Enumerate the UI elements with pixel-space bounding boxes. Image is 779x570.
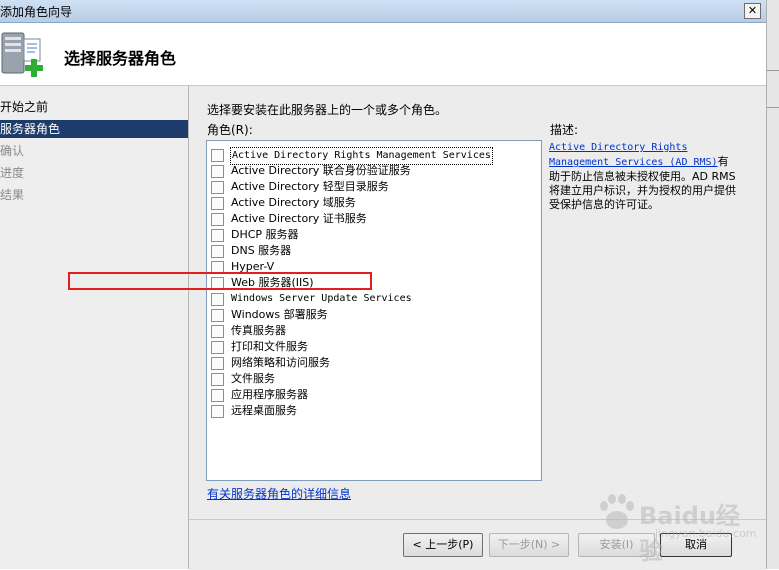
description-label: 描述: bbox=[550, 123, 579, 137]
more-info-link[interactable]: 有关服务器角色的详细信息 bbox=[207, 485, 351, 502]
role-label: DNS 服务器 bbox=[231, 244, 292, 257]
role-label: 远程桌面服务 bbox=[231, 404, 297, 417]
nav-step-results: 结果 bbox=[0, 188, 25, 202]
role-label: Active Directory 域服务 bbox=[231, 196, 356, 209]
background-window-edge bbox=[766, 0, 779, 569]
nav-step-progress: 进度 bbox=[0, 166, 25, 180]
roles-label: 角色(R): bbox=[207, 123, 253, 137]
description-link[interactable]: Active Directory Rights Management Servi… bbox=[549, 142, 718, 168]
role-label: 文件服务 bbox=[231, 372, 275, 385]
checkbox[interactable] bbox=[211, 341, 224, 354]
next-button: 下一步(N) > bbox=[489, 533, 569, 557]
highlight-box bbox=[68, 272, 372, 290]
checkbox[interactable] bbox=[211, 197, 224, 210]
role-label: 应用程序服务器 bbox=[231, 388, 308, 401]
checkbox[interactable] bbox=[211, 325, 224, 338]
nav-step-confirmation: 确认 bbox=[0, 144, 25, 158]
role-label: Active Directory 联合身份验证服务 bbox=[231, 164, 411, 177]
instruction-text: 选择要安装在此服务器上的一个或多个角色。 bbox=[207, 103, 448, 117]
close-button[interactable]: ✕ bbox=[744, 3, 761, 19]
checkbox[interactable] bbox=[211, 373, 224, 386]
checkbox[interactable] bbox=[211, 293, 224, 306]
paw-logo-icon bbox=[600, 494, 634, 529]
wizard-step-nav: 开始之前 服务器角色 确认 进度 结果 bbox=[0, 86, 189, 569]
role-label: Windows 部署服务 bbox=[231, 308, 328, 321]
checkbox[interactable] bbox=[211, 165, 224, 178]
role-label: Active Directory 证书服务 bbox=[231, 212, 367, 225]
wizard-header: 选择服务器角色 bbox=[0, 23, 766, 86]
title-bar: 添加角色向导 bbox=[0, 0, 766, 23]
page-title: 选择服务器角色 bbox=[64, 49, 177, 68]
watermark: Baidu经验 jingyan.baidu.com bbox=[595, 482, 760, 565]
checkbox[interactable] bbox=[211, 149, 224, 162]
role-label: 传真服务器 bbox=[231, 324, 286, 337]
checkbox[interactable] bbox=[211, 229, 224, 242]
window-title: 添加角色向导 bbox=[0, 5, 73, 19]
checkbox[interactable] bbox=[211, 213, 224, 226]
checkbox[interactable] bbox=[211, 309, 224, 322]
role-label: 网络策略和访问服务 bbox=[231, 356, 330, 369]
checkbox[interactable] bbox=[211, 389, 224, 402]
checkbox[interactable] bbox=[211, 181, 224, 194]
roles-list[interactable]: Active Directory Rights Management Servi… bbox=[206, 140, 542, 481]
role-description: Active Directory Rights Management Servi… bbox=[549, 140, 737, 212]
watermark-url: jingyan.baidu.com bbox=[655, 527, 757, 540]
checkbox[interactable] bbox=[211, 357, 224, 370]
role-label: Active Directory 轻型目录服务 bbox=[231, 180, 389, 193]
back-button[interactable]: < 上一步(P) bbox=[403, 533, 483, 557]
nav-step-before-you-begin[interactable]: 开始之前 bbox=[0, 98, 188, 116]
checkbox[interactable] bbox=[211, 245, 224, 258]
checkbox[interactable] bbox=[211, 405, 224, 418]
server-add-icon bbox=[1, 32, 43, 77]
role-label: DHCP 服务器 bbox=[231, 228, 299, 241]
role-label: 打印和文件服务 bbox=[231, 340, 308, 353]
nav-step-server-roles[interactable]: 服务器角色 bbox=[0, 120, 188, 138]
role-label: Windows Server Update Services bbox=[231, 293, 412, 304]
